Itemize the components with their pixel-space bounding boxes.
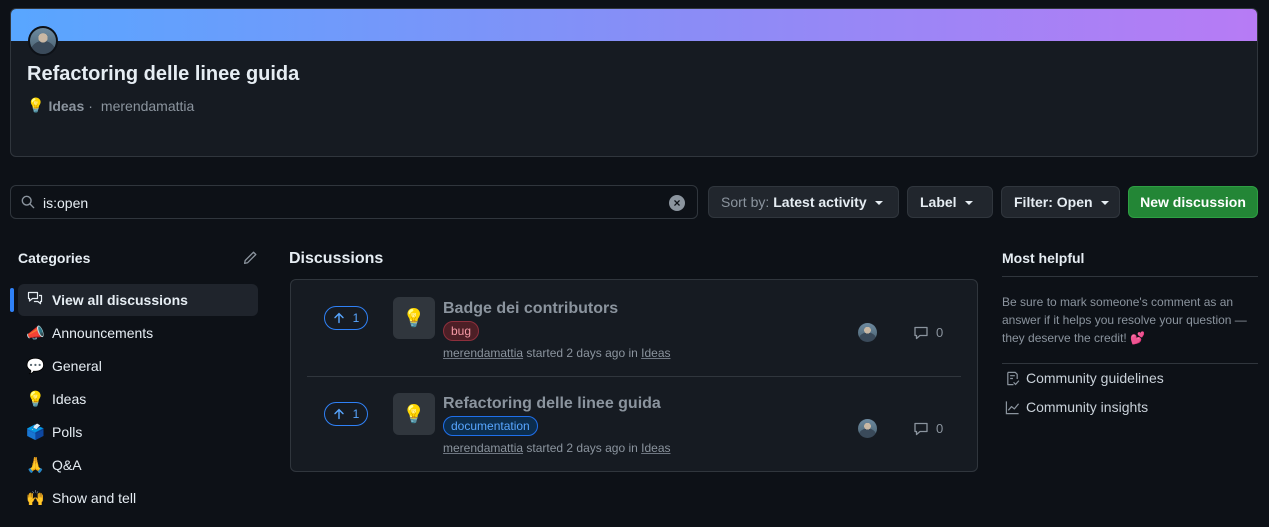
community-guidelines-link[interactable]: Community guidelines: [1005, 370, 1164, 386]
search-icon: [21, 195, 35, 209]
list-item[interactable]: 1 💡 Refactoring delle linee guida docume…: [291, 376, 977, 472]
header-banner: [11, 9, 1257, 41]
upvote-button[interactable]: 1: [324, 306, 368, 330]
label-filter-button[interactable]: Label: [907, 186, 993, 218]
discussions-list: 1 💡 Badge dei contributors bug merendama…: [290, 279, 978, 472]
new-discussion-button[interactable]: New discussion: [1128, 186, 1258, 218]
discussion-meta: merendamattia started 2 days ago in Idea…: [443, 441, 671, 455]
most-helpful-description: Be sure to mark someone's comment as an …: [1002, 295, 1247, 345]
sort-prefix: Sort by:: [721, 194, 770, 210]
sidebar-item-label: Polls: [52, 423, 83, 440]
most-helpful-text: Be sure to mark someone's comment as an …: [1002, 293, 1258, 347]
discussion-category-header: Refactoring delle linee guida 💡 Ideas · …: [10, 8, 1258, 157]
sidebar-item-label: Q&A: [52, 456, 82, 473]
categories-list: View all discussions 📣 Announcements 💬 G…: [10, 284, 258, 514]
sidebar-item-label: Show and tell: [52, 489, 137, 506]
label-badge[interactable]: bug: [443, 321, 480, 341]
hearts-icon: 💕: [1130, 331, 1146, 345]
megaphone-icon: 📣: [26, 324, 45, 342]
avatar[interactable]: [28, 26, 58, 56]
author-link[interactable]: merendamattia: [443, 441, 523, 455]
sidebar-item-polls[interactable]: 🗳️ Polls: [18, 415, 258, 448]
sort-button[interactable]: Sort by: Latest activity: [708, 186, 899, 218]
categories-heading: Categories: [18, 250, 91, 266]
discussions-icon: [26, 290, 44, 310]
list-item[interactable]: 1 💡 Badge dei contributors bug merendama…: [291, 280, 977, 376]
category-link[interactable]: Ideas: [641, 346, 670, 360]
community-insights-label: Community insights: [1026, 399, 1149, 415]
comment-icon: [914, 422, 928, 436]
avatar[interactable]: [858, 323, 877, 342]
sort-value: Latest activity: [773, 194, 867, 210]
vote-count: 1: [352, 407, 360, 421]
category-link[interactable]: Ideas: [641, 441, 670, 455]
label-badge[interactable]: documentation: [443, 416, 538, 436]
lightbulb-icon: 💡: [27, 97, 45, 113]
sidebar-item-label: General: [52, 357, 102, 374]
sidebar-item-view-all[interactable]: View all discussions: [10, 284, 258, 316]
community-insights-link[interactable]: Community insights: [1005, 399, 1148, 415]
sidebar-item-show-and-tell[interactable]: 🙌 Show and tell: [18, 481, 258, 514]
label-button-text: Label: [920, 194, 957, 210]
chevron-down-icon: [874, 201, 883, 205]
praying-hands-icon: 🙏: [26, 456, 45, 474]
vote-count: 1: [352, 311, 360, 325]
sidebar-item-qa[interactable]: 🙏 Q&A: [18, 448, 258, 481]
discussions-heading: Discussions: [289, 250, 384, 267]
search-input[interactable]: is:open ×: [10, 185, 698, 219]
most-helpful-heading: Most helpful: [1002, 250, 1085, 266]
chevron-down-icon: [964, 201, 973, 205]
search-value: is:open: [43, 195, 89, 211]
header-meta: 💡 Ideas · merendamattia: [27, 97, 194, 114]
discussion-meta: merendamattia started 2 days ago in Idea…: [443, 346, 671, 360]
divider: [1002, 276, 1258, 277]
pencil-icon[interactable]: [242, 250, 258, 266]
speech-bubble-icon: 💬: [26, 357, 45, 375]
sidebar-item-label: View all discussions: [52, 292, 188, 308]
lightbulb-icon: 💡: [393, 297, 435, 339]
comment-count: 0: [936, 325, 944, 340]
upvote-button[interactable]: 1: [324, 402, 368, 426]
new-discussion-text: New discussion: [1140, 194, 1246, 210]
comment-icon: [914, 326, 928, 340]
sidebar-item-ideas[interactable]: 💡 Ideas: [18, 382, 258, 415]
filter-button-text: Filter: Open: [1014, 194, 1093, 210]
started-text: started 2 days ago in: [526, 441, 638, 455]
insights-icon: [1005, 400, 1020, 414]
arrow-up-icon: [333, 408, 344, 420]
page-title: Refactoring delle linee guida: [27, 63, 300, 85]
sidebar-item-general[interactable]: 💬 General: [18, 349, 258, 382]
lightbulb-icon: 💡: [393, 393, 435, 435]
header-author-link[interactable]: merendamattia: [101, 98, 194, 114]
arrow-up-icon: [333, 312, 344, 324]
clear-search-icon[interactable]: ×: [669, 195, 685, 211]
avatar[interactable]: [858, 419, 877, 438]
author-link[interactable]: merendamattia: [443, 346, 523, 360]
lightbulb-icon: 💡: [26, 390, 45, 408]
discussion-title-link[interactable]: Badge dei contributors: [443, 300, 618, 318]
guidelines-icon: [1007, 371, 1020, 385]
sidebar-item-announcements[interactable]: 📣 Announcements: [18, 316, 258, 349]
chevron-down-icon: [1100, 201, 1109, 205]
comment-count: 0: [936, 421, 944, 436]
discussion-title-link[interactable]: Refactoring delle linee guida: [443, 395, 661, 413]
divider: [1002, 363, 1258, 364]
header-category-link[interactable]: Ideas: [48, 98, 84, 114]
ballot-box-icon: 🗳️: [26, 423, 45, 441]
state-filter-button[interactable]: Filter: Open: [1001, 186, 1120, 218]
community-guidelines-label: Community guidelines: [1026, 370, 1164, 386]
sidebar-item-label: Ideas: [52, 390, 87, 407]
sidebar-item-label: Announcements: [52, 324, 154, 341]
meta-separator: ·: [88, 97, 93, 114]
started-text: started 2 days ago in: [526, 346, 638, 360]
raised-hands-icon: 🙌: [26, 489, 45, 507]
